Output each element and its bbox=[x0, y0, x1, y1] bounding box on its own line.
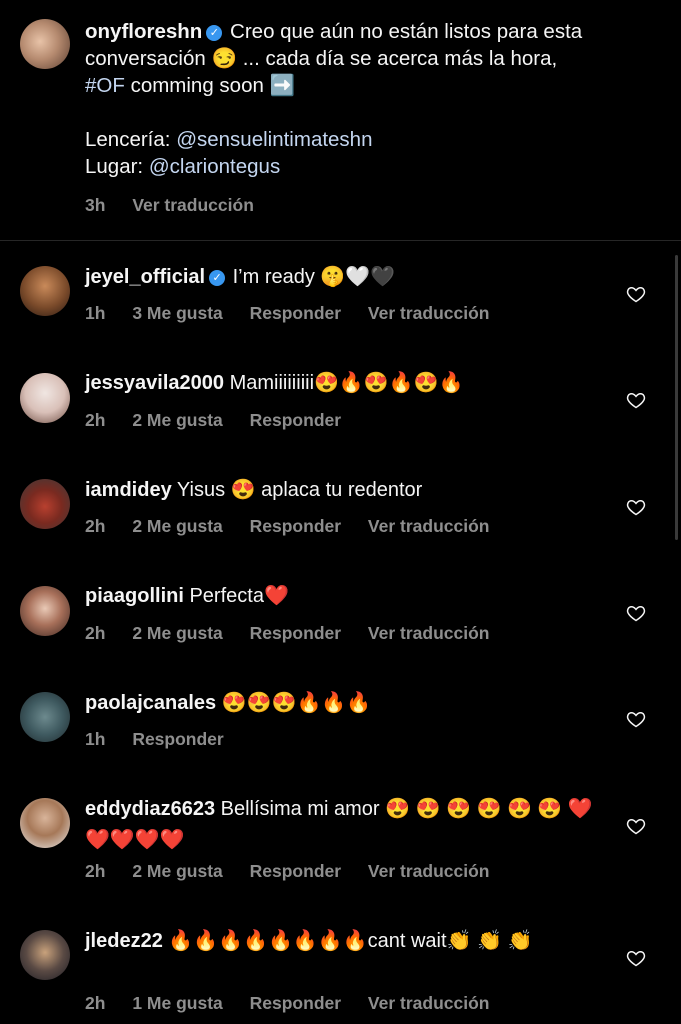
comment-time: 2h bbox=[85, 861, 106, 881]
caption-body-2: comming soon bbox=[130, 74, 264, 97]
avatar[interactable] bbox=[20, 930, 70, 980]
verified-badge-icon: ✓ bbox=[209, 270, 226, 286]
comment-body: Yisus 😍 aplaca tu redentor bbox=[176, 479, 423, 501]
reply-button[interactable]: Responder bbox=[250, 410, 341, 430]
caption-username[interactable]: onyfloreshn bbox=[85, 20, 202, 43]
heart-outline-icon[interactable] bbox=[626, 709, 646, 729]
comment-body: Mamiiiiiiiii😍🔥😍🔥😍🔥 bbox=[229, 372, 464, 394]
comment-text: eddydiaz6623 Bellísima mi amor 😍 😍 😍 😍 😍… bbox=[85, 794, 605, 856]
reply-button[interactable]: Responder bbox=[250, 861, 341, 881]
comment-body: 😍😍😍🔥🔥🔥 bbox=[221, 692, 372, 714]
post-caption: onyfloreshn ✓ Creo que aún no están listo… bbox=[0, 0, 681, 241]
comment-username[interactable]: jeyel_official bbox=[85, 266, 205, 288]
avatar[interactable] bbox=[20, 266, 70, 316]
comment-meta: 2h 2 Me gusta Responder Ver traducción bbox=[85, 516, 512, 537]
avatar[interactable] bbox=[20, 479, 70, 529]
avatar[interactable] bbox=[20, 692, 70, 742]
comment-username[interactable]: iamdidey bbox=[85, 479, 172, 501]
comment-time: 2h bbox=[85, 993, 106, 1013]
heart-outline-icon[interactable] bbox=[626, 603, 646, 623]
heart-outline-icon[interactable] bbox=[626, 284, 646, 304]
lugar-handle-link[interactable]: @clariontegus bbox=[149, 155, 280, 178]
reply-button[interactable]: Responder bbox=[132, 729, 223, 749]
reply-button[interactable]: Responder bbox=[250, 303, 341, 323]
like-count[interactable]: 2 Me gusta bbox=[132, 516, 222, 536]
heart-outline-icon[interactable] bbox=[626, 816, 646, 836]
reply-button[interactable]: Responder bbox=[250, 993, 341, 1013]
comment-meta: 2h 2 Me gusta Responder Ver traducción bbox=[85, 861, 512, 882]
scrollbar[interactable] bbox=[675, 255, 678, 540]
comment-body: Perfecta❤️ bbox=[189, 585, 289, 607]
comment-time: 2h bbox=[85, 410, 106, 430]
comment-text: iamdidey Yisus 😍 aplaca tu redentor bbox=[85, 475, 605, 506]
translate-link[interactable]: Ver traducción bbox=[368, 623, 490, 643]
comment-time: 2h bbox=[85, 516, 106, 536]
comment-text: paolajcanales 😍😍😍🔥🔥🔥 bbox=[85, 688, 605, 719]
comment-username[interactable]: piaagollini bbox=[85, 585, 184, 607]
avatar[interactable] bbox=[20, 798, 70, 848]
reply-button[interactable]: Responder bbox=[250, 516, 341, 536]
lenceria-label: Lencería: bbox=[85, 128, 171, 151]
like-count[interactable]: 3 Me gusta bbox=[132, 303, 222, 323]
avatar[interactable] bbox=[20, 373, 70, 423]
comment-username[interactable]: paolajcanales bbox=[85, 692, 216, 714]
comment-meta: 2h 1 Me gusta Responder Ver traducción bbox=[85, 993, 512, 1014]
caption-text: onyfloreshn ✓ Creo que aún no están listo… bbox=[85, 18, 665, 180]
hashtag-link[interactable]: #OF bbox=[85, 74, 125, 97]
comment-meta: 2h 2 Me gusta Responder Ver traducción bbox=[85, 623, 512, 644]
comment-text: piaagollini Perfecta❤️ bbox=[85, 581, 605, 612]
comment-meta: 2h 2 Me gusta Responder bbox=[85, 410, 363, 431]
translate-link[interactable]: Ver traducción bbox=[368, 516, 490, 536]
like-count[interactable]: 1 Me gusta bbox=[132, 993, 222, 1013]
comment-time: 1h bbox=[85, 303, 106, 323]
translate-link[interactable]: Ver traducción bbox=[368, 861, 490, 881]
heart-outline-icon[interactable] bbox=[626, 948, 646, 968]
translate-link[interactable]: Ver traducción bbox=[368, 303, 490, 323]
like-count[interactable]: 2 Me gusta bbox=[132, 410, 222, 430]
comment-username[interactable]: eddydiaz6623 bbox=[85, 798, 215, 820]
translate-link[interactable]: Ver traducción bbox=[132, 195, 254, 215]
lugar-label: Lugar: bbox=[85, 155, 144, 178]
heart-outline-icon[interactable] bbox=[626, 390, 646, 410]
verified-badge-icon: ✓ bbox=[206, 25, 223, 41]
comment-body: 🔥🔥🔥🔥🔥🔥🔥🔥cant wait👏 👏 👏 bbox=[168, 930, 533, 952]
comment-body: I’m ready 🤫🤍🖤 bbox=[232, 266, 396, 288]
comment-meta: 1h Responder bbox=[85, 729, 246, 750]
caption-meta: 3h Ver traducción bbox=[85, 195, 276, 216]
reply-button[interactable]: Responder bbox=[250, 623, 341, 643]
lenceria-handle-link[interactable]: @sensuelintimateshn bbox=[176, 128, 372, 151]
arrow-emoji: ➡️ bbox=[269, 74, 296, 97]
comment-text: jledez22 🔥🔥🔥🔥🔥🔥🔥🔥cant wait👏 👏 👏 bbox=[85, 926, 605, 957]
comment-text: jeyel_official ✓ I’m ready 🤫🤍🖤 bbox=[85, 262, 605, 293]
comment-username[interactable]: jledez22 bbox=[85, 930, 163, 952]
avatar[interactable] bbox=[20, 586, 70, 636]
avatar[interactable] bbox=[20, 19, 70, 69]
divider bbox=[0, 240, 681, 241]
like-count[interactable]: 2 Me gusta bbox=[132, 623, 222, 643]
comment-time: 1h bbox=[85, 729, 106, 749]
comment-meta: 1h 3 Me gusta Responder Ver traducción bbox=[85, 303, 512, 324]
comment-time: 2h bbox=[85, 623, 106, 643]
translate-link[interactable]: Ver traducción bbox=[368, 993, 490, 1013]
heart-outline-icon[interactable] bbox=[626, 497, 646, 517]
caption-time: 3h bbox=[85, 195, 106, 215]
comment-text: jessyavila2000 Mamiiiiiiiii😍🔥😍🔥😍🔥 bbox=[85, 368, 605, 399]
comment-username[interactable]: jessyavila2000 bbox=[85, 372, 224, 394]
like-count[interactable]: 2 Me gusta bbox=[132, 861, 222, 881]
